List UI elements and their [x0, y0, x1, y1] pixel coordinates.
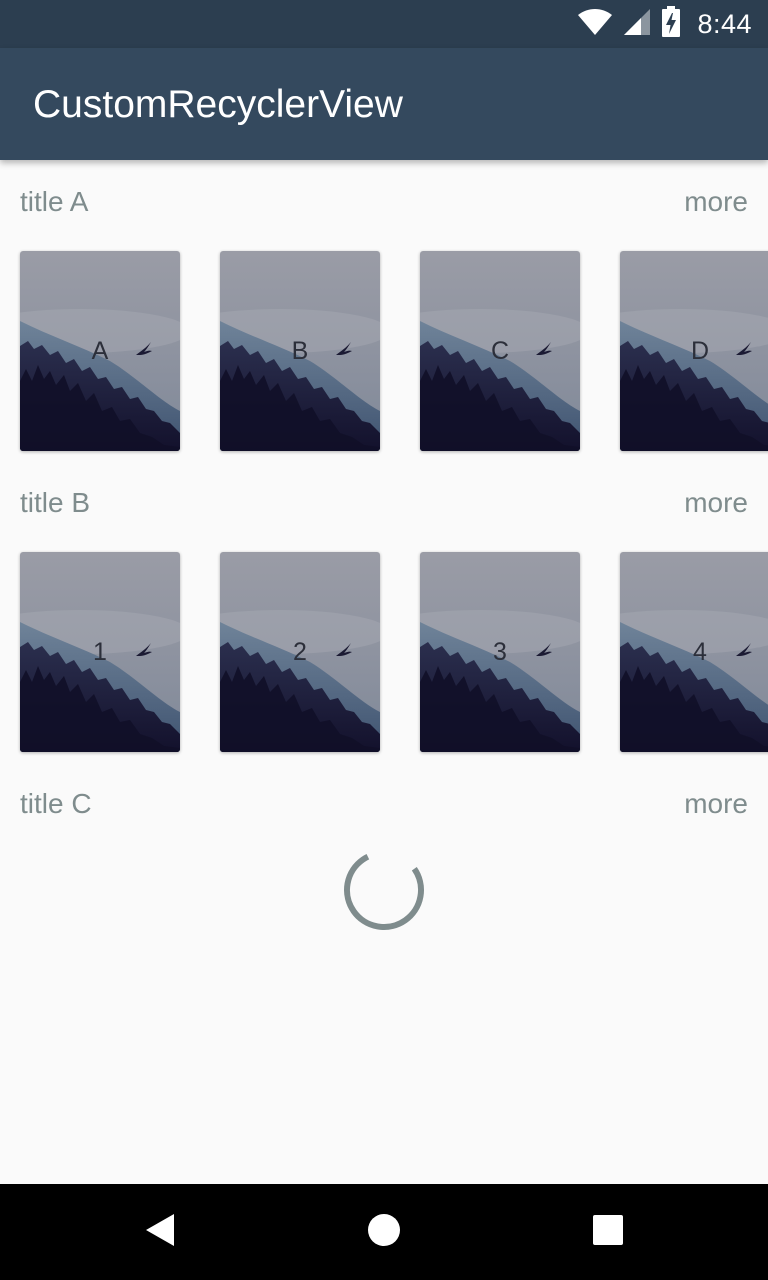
back-button[interactable]	[112, 1184, 208, 1280]
card-label: 3	[493, 638, 507, 666]
status-bar: 8:44	[0, 0, 768, 48]
cellular-signal-icon	[623, 8, 651, 41]
more-button[interactable]: more	[684, 184, 748, 220]
image-card[interactable]: B	[220, 251, 380, 451]
section-header: title C more	[0, 762, 768, 842]
status-icons: 8:44	[577, 0, 752, 48]
image-card[interactable]: 3	[420, 552, 580, 752]
section-a: title A more A B C D	[0, 160, 768, 441]
horizontal-card-list[interactable]: 1 2 3 4	[0, 541, 768, 742]
app-title: CustomRecyclerView	[33, 83, 403, 126]
home-button[interactable]	[336, 1184, 432, 1280]
more-button[interactable]: more	[684, 786, 748, 822]
section-header: title A more	[0, 160, 768, 240]
card-label: 2	[293, 638, 307, 666]
section-title: title A	[20, 186, 89, 217]
card-label: A	[91, 337, 109, 365]
recycler-list[interactable]: title A more A B C D title B more 1 2 3 …	[0, 160, 768, 1184]
card-label: C	[490, 337, 510, 365]
status-time: 8:44	[697, 8, 752, 39]
image-card[interactable]: D	[620, 251, 768, 451]
wifi-icon	[577, 8, 613, 41]
horizontal-card-list[interactable]: A B C D	[0, 240, 768, 441]
image-card[interactable]: C	[420, 251, 580, 451]
recents-button[interactable]	[560, 1184, 656, 1280]
image-card[interactable]: 1	[20, 552, 180, 752]
back-icon	[144, 1213, 176, 1252]
section-title: title C	[20, 788, 92, 819]
section-c: title C more	[0, 762, 768, 842]
loading-spinner	[343, 849, 425, 931]
image-card[interactable]: 2	[220, 552, 380, 752]
image-card[interactable]: A	[20, 251, 180, 451]
more-button[interactable]: more	[684, 485, 748, 521]
section-header: title B more	[0, 461, 768, 541]
card-label: 1	[93, 638, 107, 666]
card-label: D	[690, 337, 710, 365]
section-b: title B more 1 2 3 4	[0, 461, 768, 742]
section-title: title B	[20, 487, 91, 518]
home-icon	[367, 1213, 401, 1252]
card-label: B	[291, 337, 309, 365]
recents-icon	[593, 1214, 623, 1250]
navigation-bar	[0, 1184, 768, 1280]
image-card[interactable]: 4	[620, 552, 768, 752]
card-label: 4	[693, 638, 707, 666]
battery-charging-icon	[661, 5, 681, 43]
app-bar: CustomRecyclerView	[0, 48, 768, 160]
